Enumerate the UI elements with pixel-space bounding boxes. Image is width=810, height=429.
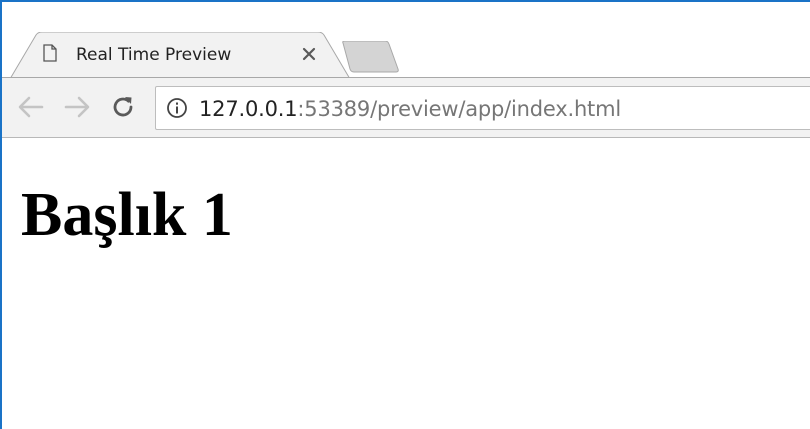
page-viewport: Başlık 1 xyxy=(2,139,810,429)
new-tab-button[interactable] xyxy=(340,40,400,75)
address-bar[interactable]: 127.0.0.1:53389/preview/app/index.html xyxy=(155,86,810,130)
tab-strip: Real Time Preview xyxy=(2,2,810,79)
page-icon xyxy=(43,44,57,62)
tab-title: Real Time Preview xyxy=(76,45,232,65)
info-icon[interactable] xyxy=(166,97,188,119)
reload-icon[interactable] xyxy=(108,92,138,122)
browser-window: Real Time Preview 127.0.0.1:53389/previe… xyxy=(0,0,810,429)
browser-toolbar: 127.0.0.1:53389/preview/app/index.html xyxy=(2,78,810,138)
url-host: 127.0.0.1 xyxy=(199,97,298,121)
url-path: :53389/preview/app/index.html xyxy=(297,97,621,121)
arrow-right-icon[interactable] xyxy=(62,92,92,122)
url-text[interactable]: 127.0.0.1:53389/preview/app/index.html xyxy=(199,97,621,121)
tab-real-time-preview[interactable]: Real Time Preview xyxy=(10,32,350,79)
close-icon[interactable] xyxy=(298,43,320,65)
page-heading: Başlık 1 xyxy=(21,181,233,249)
arrow-left-icon[interactable] xyxy=(16,92,46,122)
